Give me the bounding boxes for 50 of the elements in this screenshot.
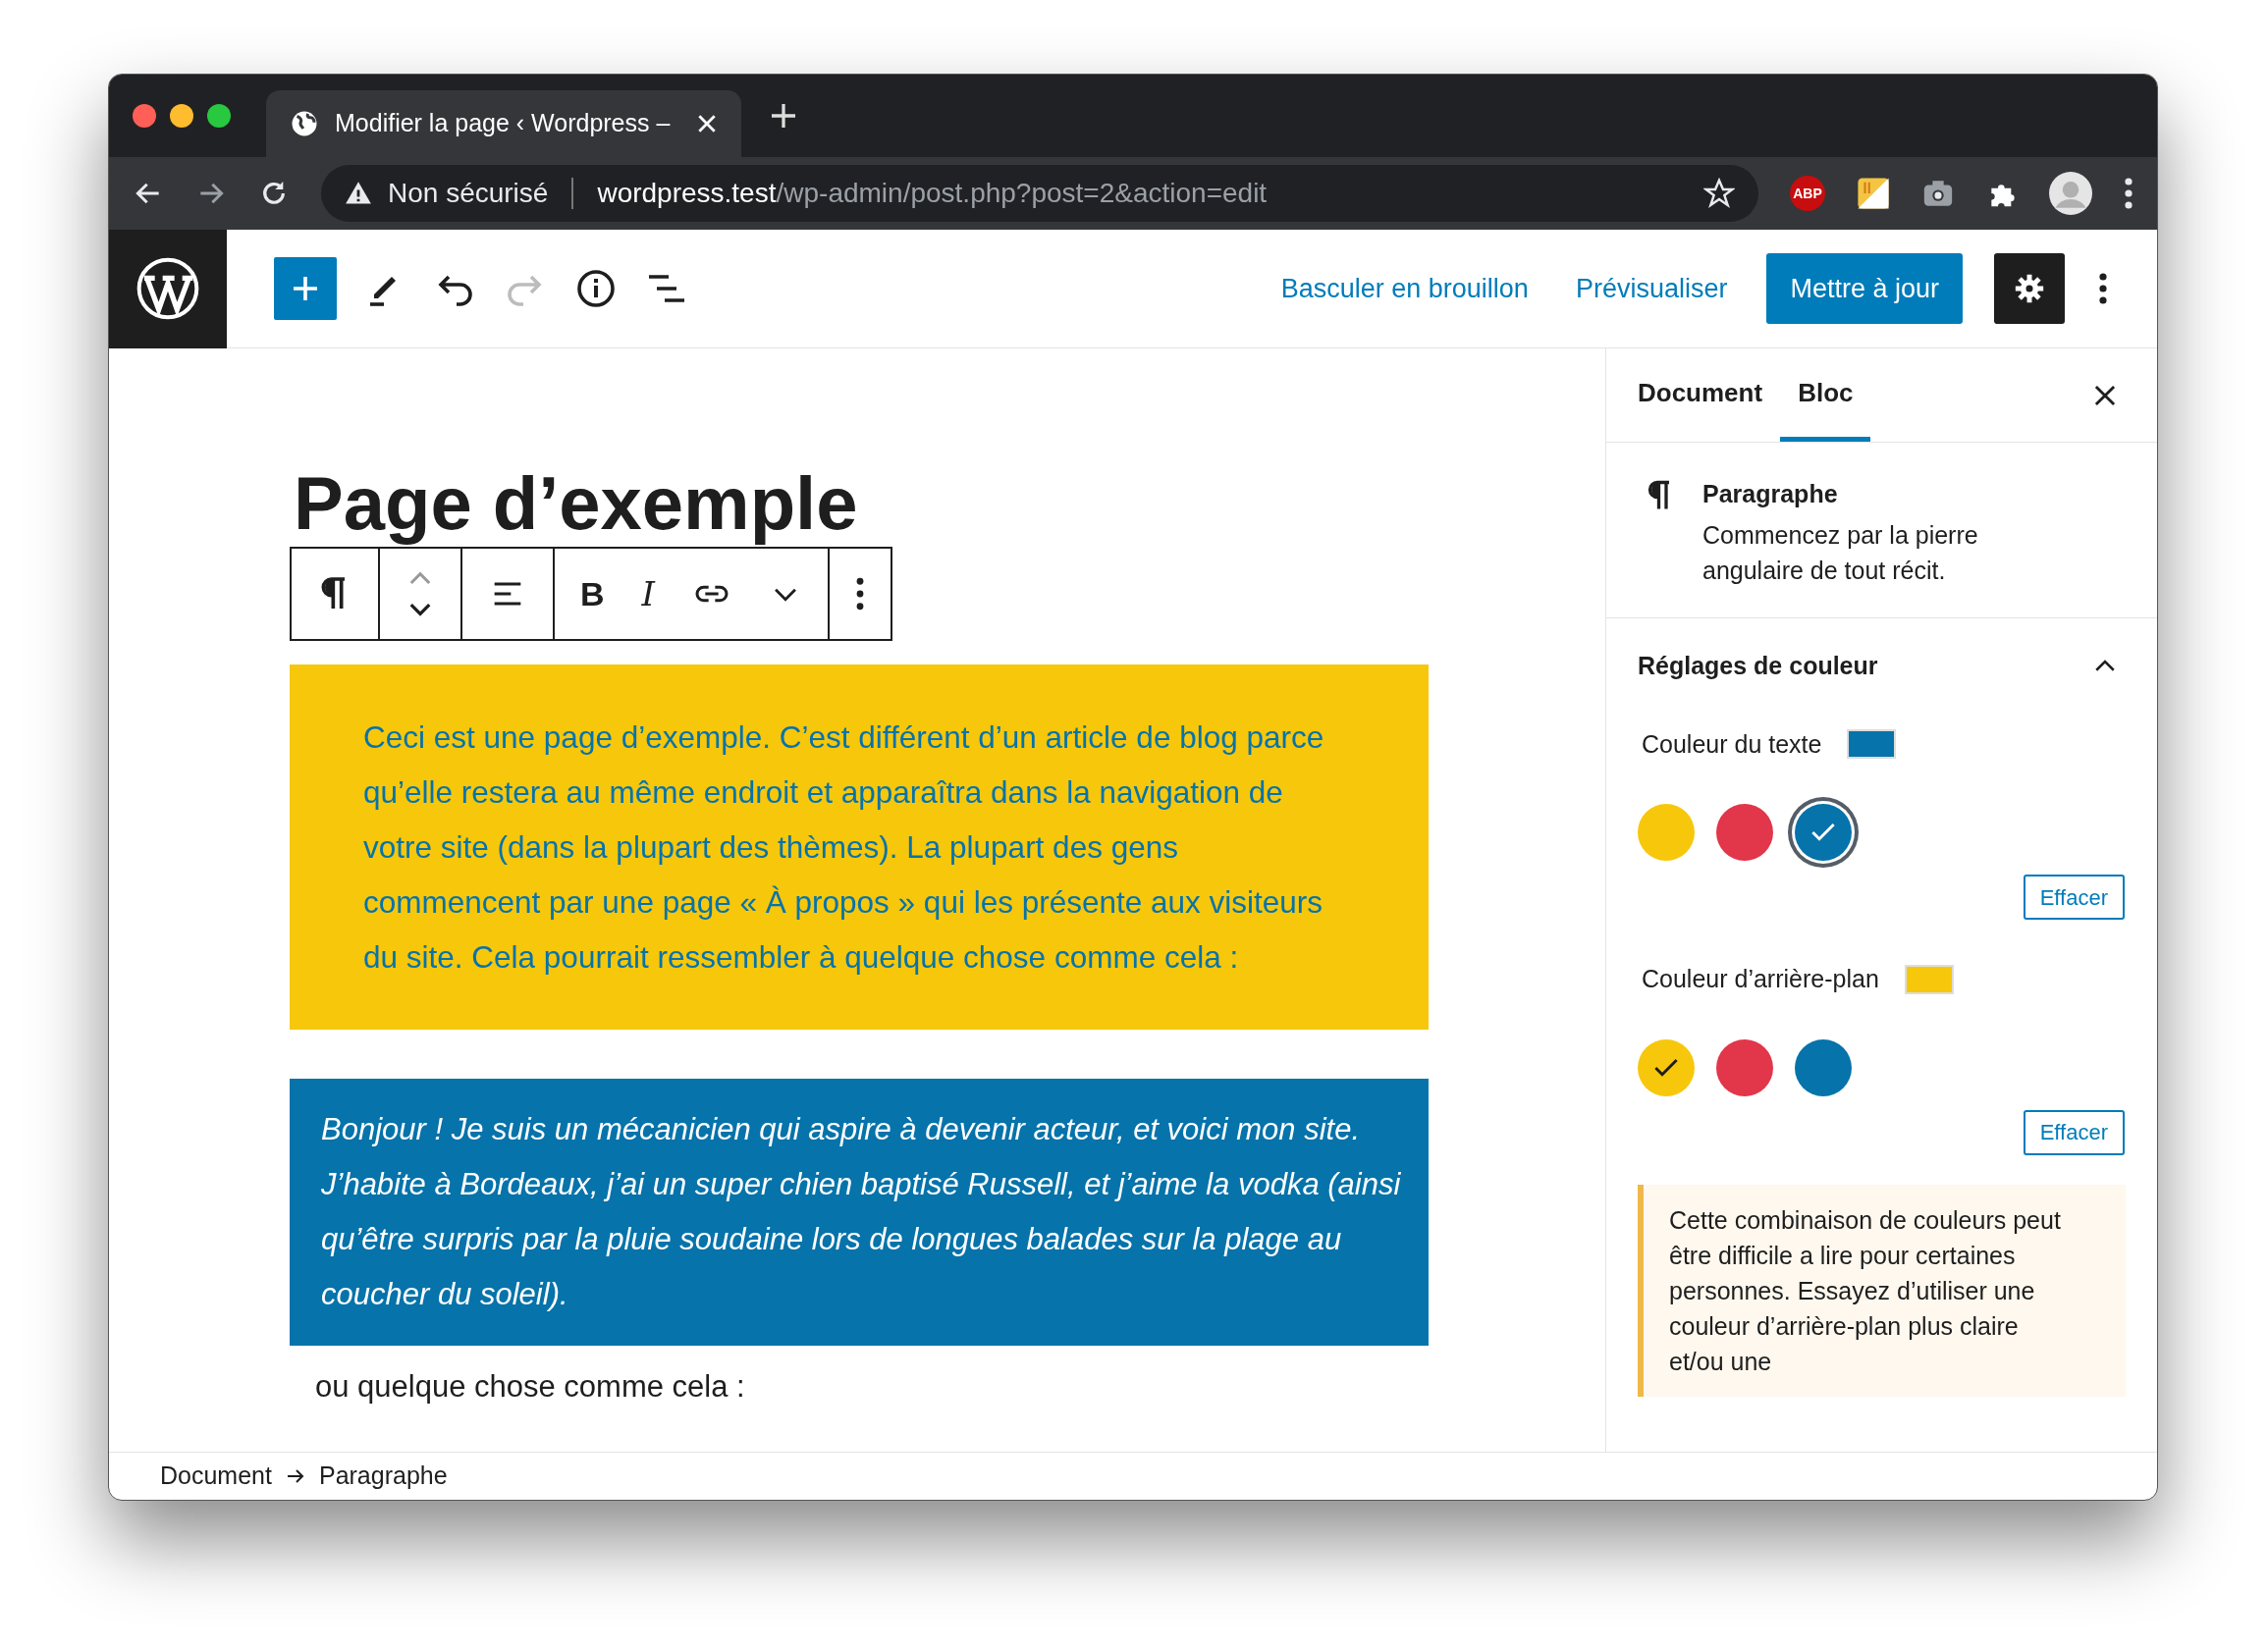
quote-block: Bonjour ! Je suis un mécanicien qui aspire à devenir acteur, et voici mon site. J’habite à Bordeaux, j’ai un super chien baptisé Russell, et j’aime la vodka (ainsi qu’être surpris par la pluie soudaine lors de longues balades sur la plage au coucher du soleil). bbox=[290, 1079, 1429, 1346]
warning-icon bbox=[345, 180, 372, 207]
toolbar-link[interactable]: Prévisualiser bbox=[1551, 268, 1752, 309]
close-icon[interactable] bbox=[696, 113, 718, 134]
adblock-extension-button[interactable]: ABP bbox=[1790, 176, 1825, 211]
update-button[interactable]: Mettre à jour bbox=[1766, 253, 1963, 324]
plus-icon bbox=[291, 274, 320, 303]
wordpress-logo-icon bbox=[136, 257, 199, 320]
breadcrumb-item[interactable]: Paragraphe bbox=[318, 1458, 448, 1495]
color-swatch[interactable] bbox=[1795, 1038, 1852, 1096]
color-swatch[interactable] bbox=[1638, 1038, 1695, 1096]
paragraph-block: Ceci est une page d’exemple. C’est différent d’un article de blog parce qu’elle restera au même endroit et apparaîtra dans la navigation de votre site (dans la plupart des thèmes). La plupart des gens commencent par une page « À propos » qui les présente aux visiteurs du site. Cela pourrait ressembler à quelque chose comme cela : bbox=[290, 664, 1429, 1030]
toolbar-link[interactable]: Basculer en brouillon bbox=[1257, 268, 1552, 309]
wordpress-logo-button[interactable] bbox=[109, 229, 227, 348]
globe-icon bbox=[290, 109, 319, 138]
tab-title: Modifier la page ‹ Wordpress – bbox=[335, 108, 671, 139]
breadcrumb-item[interactable]: Document bbox=[160, 1458, 272, 1495]
notes-extension-icon[interactable] bbox=[1857, 177, 1890, 210]
security-label: Non sécurisé bbox=[388, 177, 549, 210]
window-control[interactable] bbox=[207, 104, 231, 128]
block-description: Commencez par la pierre angulaire de tout récit. bbox=[1702, 520, 1979, 586]
new-tab-icon[interactable] bbox=[769, 101, 798, 131]
more-icon[interactable] bbox=[2124, 178, 2133, 209]
paragraph-text: ou quelque chose comme cela : bbox=[314, 1368, 746, 1406]
warning-notice: Cette combinaison de couleurs peut être difficile a lire pour certaines personnes. Essayez d’utiliser une couleur d’arrière-plan plus claire et/ou une bbox=[1638, 1184, 2126, 1397]
avatar-icon[interactable] bbox=[2049, 172, 2092, 215]
color-swatch[interactable] bbox=[1716, 804, 1773, 861]
color-swatch[interactable] bbox=[1638, 804, 1695, 861]
clear-button[interactable]: Effacer bbox=[2023, 875, 2125, 920]
window-control[interactable] bbox=[170, 104, 193, 128]
sidebar-tab[interactable]: Bloc bbox=[1780, 348, 1871, 442]
settings-button[interactable] bbox=[1994, 253, 2065, 324]
more-options-icon[interactable] bbox=[855, 577, 865, 611]
block-name: Paragraphe bbox=[1702, 479, 1839, 509]
clear-button[interactable]: Effacer bbox=[2023, 1109, 2125, 1155]
format-button[interactable]: B bbox=[580, 568, 605, 619]
color-label: Couleur du texte bbox=[1642, 728, 1822, 760]
color-swatch[interactable] bbox=[1716, 1038, 1773, 1096]
star-icon[interactable] bbox=[1703, 178, 1735, 209]
color-settings-toggle[interactable]: Réglages de couleur bbox=[1638, 648, 2126, 685]
window-control[interactable] bbox=[133, 104, 156, 128]
format-button[interactable]: I bbox=[641, 568, 655, 619]
address-bar[interactable]: Non sécurisé wordpress.test/wp-admin/post.php?post=2&action=edit bbox=[321, 165, 1758, 222]
color-label: Couleur d’arrière-plan bbox=[1642, 964, 1879, 994]
add-block-button[interactable] bbox=[274, 257, 337, 320]
browser-tab[interactable]: Modifier la page ‹ Wordpress – bbox=[266, 90, 741, 157]
settings-icon bbox=[2013, 272, 2046, 305]
more-options-icon[interactable] bbox=[2098, 273, 2108, 304]
url-text: wordpress.test/wp-admin/post.php?post=2&action=edit bbox=[597, 177, 1268, 210]
sidebar-tab[interactable]: Document bbox=[1620, 348, 1781, 442]
